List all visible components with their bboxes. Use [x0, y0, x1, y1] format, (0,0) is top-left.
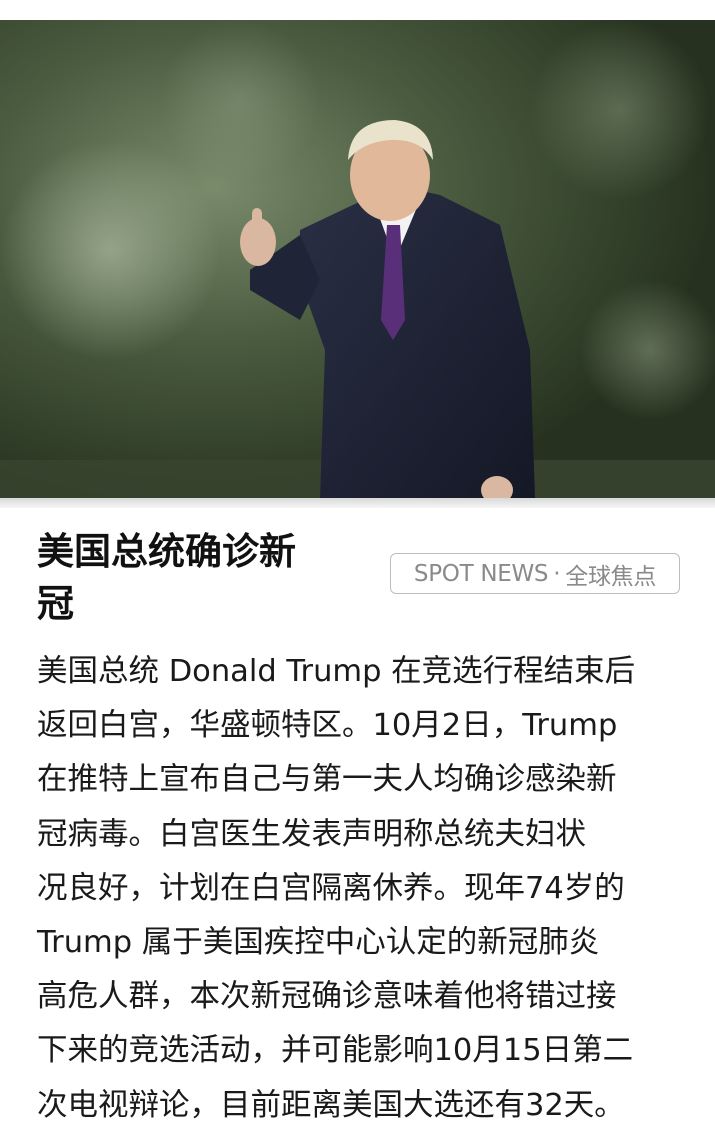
article-headline: 美国总统确诊新 冠	[37, 526, 357, 630]
photo-illustration	[0, 20, 715, 498]
category-badge[interactable]: SPOT NEWS · 全球焦点	[390, 553, 680, 594]
body-line: 返回白宫，华盛顿特区。10月2日，Trump	[37, 708, 618, 744]
body-line: Trump 属于美国疾控中心认定的新冠肺炎	[37, 925, 600, 961]
headline-line-2: 冠	[37, 582, 74, 625]
headline-line-1: 美国总统确诊新	[37, 530, 296, 573]
badge-category: 全球焦点	[565, 563, 657, 590]
body-line: 在推特上宣布自己与第一夫人均确诊感染新	[37, 762, 617, 798]
body-line: 况良好，计划在白宫隔离休养。现年74岁的	[37, 870, 625, 906]
body-line: 冠病毒。白宫医生发表声明称总统夫妇状	[37, 816, 586, 852]
body-line: 下来的竞选活动，并可能影响10月15日第二	[37, 1033, 634, 1069]
badge-source: SPOT NEWS	[413, 560, 549, 587]
article-photo[interactable]	[0, 20, 715, 498]
body-line: 次电视辩论，目前距离美国大选还有32天。	[37, 1087, 625, 1123]
body-line: 美国总统 Donald Trump 在竞选行程结束后	[37, 654, 636, 689]
photo-divider	[0, 498, 715, 508]
article-body: 美国总统 Donald Trump 在竞选行程结束后 返回白宫，华盛顿特区。10…	[37, 645, 687, 1133]
badge-separator: ·	[553, 560, 561, 587]
news-page: 美国总统确诊新 冠 SPOT NEWS · 全球焦点 美国总统 Donald T…	[0, 0, 715, 1138]
body-line: 高危人群，本次新冠确诊意味着他将错过接	[37, 979, 617, 1015]
